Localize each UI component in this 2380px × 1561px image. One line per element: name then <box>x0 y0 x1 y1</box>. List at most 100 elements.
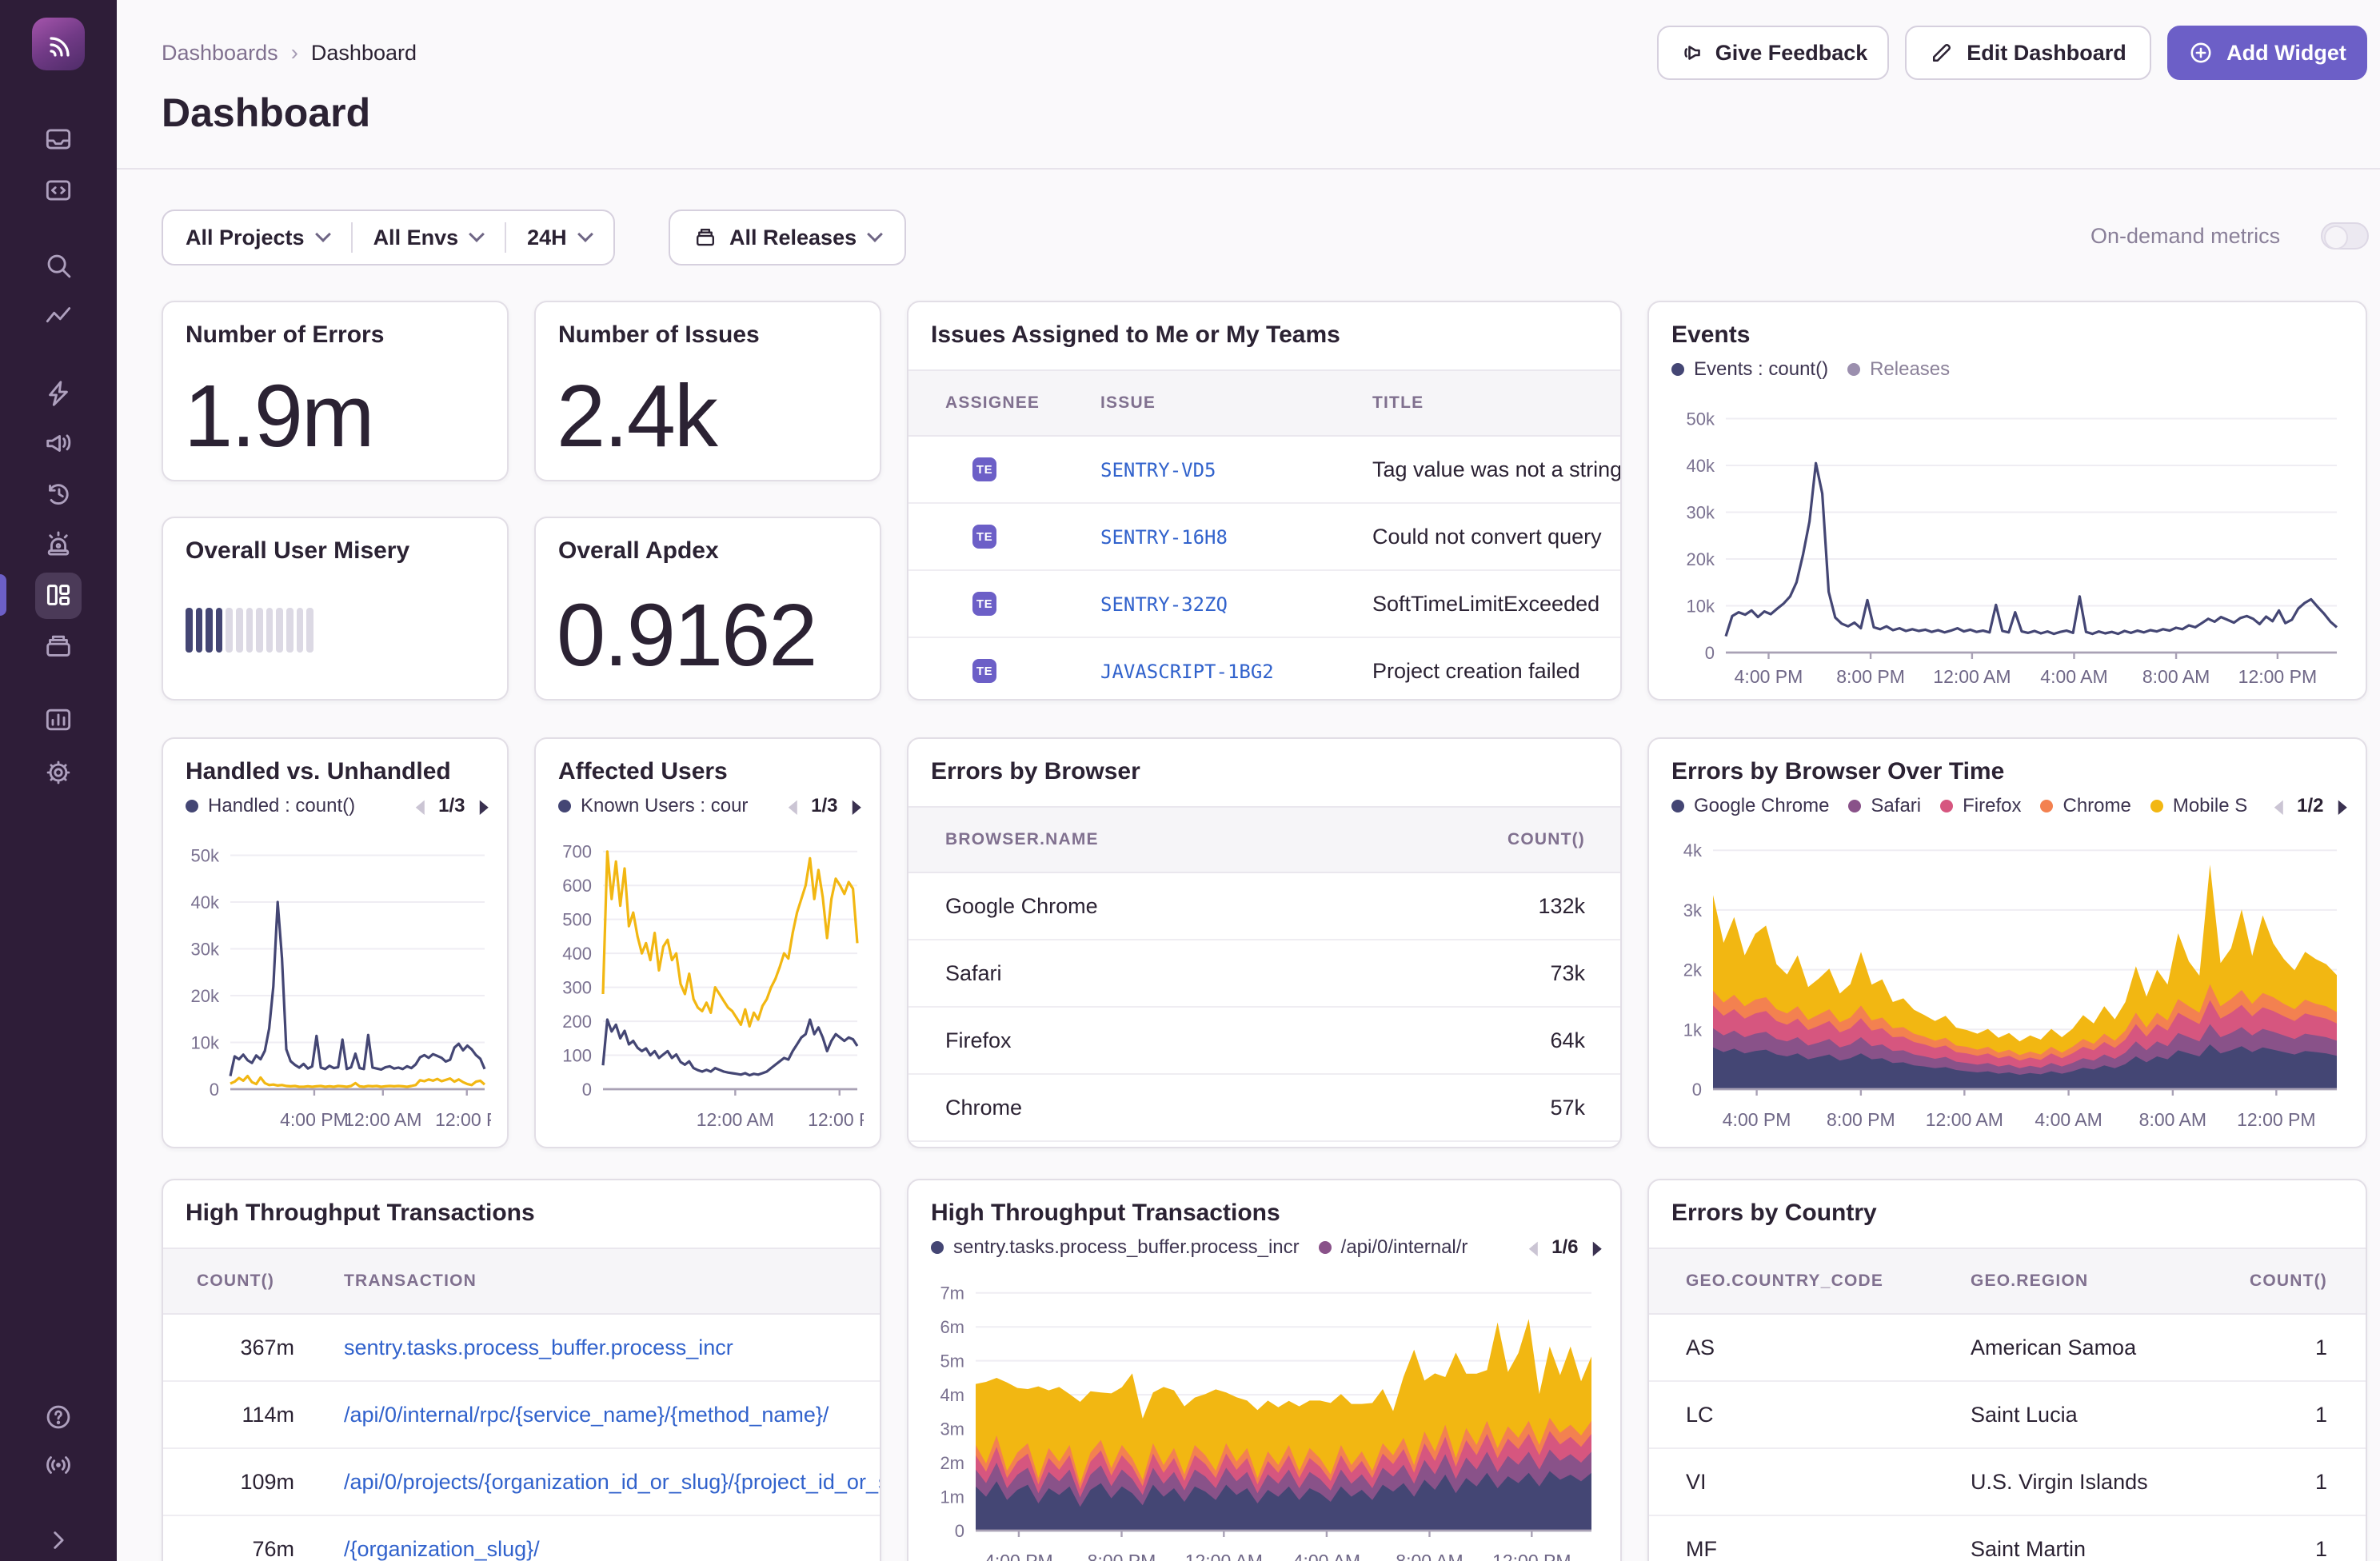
prev-page-icon[interactable]: ◀ <box>788 795 797 818</box>
issue-link[interactable]: JAVASCRIPT-1BG2 <box>1100 661 1274 683</box>
svg-text:0: 0 <box>1692 1080 1702 1100</box>
issue-link[interactable]: SENTRY-16H8 <box>1100 526 1228 549</box>
handled-chart[interactable]: 010k20k30k40k50k4:00 PM12:00 AM12:00 P <box>182 828 491 1132</box>
ondemand-metrics-label: On-demand metrics <box>2090 224 2280 249</box>
sentry-logo-icon <box>42 28 74 60</box>
legend-item[interactable]: Chrome <box>2040 795 2130 817</box>
legend-item[interactable]: Firefox <box>1940 795 2021 817</box>
widget-title: Errors by Browser Over Time <box>1671 758 2004 785</box>
legend-item[interactable]: Events : count() <box>1671 358 1828 381</box>
svg-text:1k: 1k <box>1683 1020 1703 1040</box>
widget-high-throughput-table: High Throughput Transactions COUNT() TRA… <box>162 1179 881 1561</box>
column-assignee[interactable]: ASSIGNEE <box>908 369 1100 437</box>
breadcrumb-dashboards[interactable]: Dashboards <box>162 41 278 66</box>
legend-item[interactable]: Handled : count() <box>186 795 355 817</box>
svg-text:8:00 PM: 8:00 PM <box>1088 1551 1156 1561</box>
prev-page-icon[interactable]: ◀ <box>2274 795 2282 818</box>
alerts-icon[interactable] <box>0 521 117 566</box>
issues-icon[interactable] <box>0 117 117 162</box>
svg-text:40k: 40k <box>191 892 220 912</box>
table-header: ASSIGNEE ISSUE TITLE <box>908 369 1620 437</box>
stats-icon[interactable] <box>0 697 117 742</box>
legend-item[interactable]: Google Chrome <box>1671 795 1829 817</box>
legend-item[interactable]: Safari <box>1848 795 1921 817</box>
column-country-code[interactable]: GEO.COUNTRY_CODE <box>1649 1272 1971 1291</box>
svg-text:8:00 AM: 8:00 AM <box>2139 1109 2206 1130</box>
widget-errors-by-browser-over-time: Errors by Browser Over Time Google Chrom… <box>1647 737 2367 1148</box>
transaction-link[interactable]: sentry.tasks.process_buffer.process_incr <box>344 1335 733 1359</box>
releases-filter[interactable]: All Releases <box>669 210 906 265</box>
issue-title: Could not convert query <box>1372 525 1620 549</box>
replays-icon[interactable] <box>0 472 117 517</box>
next-page-icon[interactable]: ▶ <box>2338 795 2346 818</box>
column-browser-name[interactable]: BROWSER.NAME <box>908 830 1428 849</box>
prev-page-icon[interactable]: ◀ <box>415 795 424 818</box>
column-title[interactable]: TITLE <box>1372 393 1620 413</box>
sentry-logo[interactable] <box>32 18 85 70</box>
transaction-link[interactable]: /api/0/projects/{organization_id_or_slug… <box>344 1470 880 1494</box>
widget-title: High Throughput Transactions <box>186 1200 535 1227</box>
column-count[interactable]: COUNT() <box>2222 1272 2366 1291</box>
collapse-icon[interactable] <box>0 1518 117 1561</box>
environment-filter[interactable]: All Envs <box>351 211 505 264</box>
transaction-link[interactable]: /api/0/internal/rpc/{service_name}/{meth… <box>344 1403 829 1427</box>
date-range-filter[interactable]: 24H <box>505 211 613 264</box>
settings-icon[interactable] <box>0 750 117 795</box>
column-count[interactable]: COUNT() <box>163 1272 294 1291</box>
high-throughput-chart[interactable]: 01m2m3m4m5m6m7m4:00 PM8:00 PM12:00 AM4:0… <box>928 1270 1604 1561</box>
svg-text:4:00 AM: 4:00 AM <box>1293 1551 1360 1561</box>
next-page-icon[interactable]: ▶ <box>479 795 488 818</box>
affected-users-chart[interactable]: 010020030040050060070012:00 AM12:00 P <box>555 828 864 1132</box>
search-icon[interactable] <box>0 243 117 288</box>
svg-text:50k: 50k <box>1687 409 1715 429</box>
issue-link[interactable]: SENTRY-32ZQ <box>1100 593 1228 616</box>
releases-icon[interactable] <box>0 624 117 669</box>
dashboard-page: Dashboards › Dashboard Dashboard Give Fe… <box>0 0 2380 1561</box>
column-count[interactable]: COUNT() <box>1428 830 1620 849</box>
svg-text:40k: 40k <box>1687 456 1715 476</box>
score-bar-segment <box>306 608 313 653</box>
next-page-icon[interactable]: ▶ <box>852 795 861 818</box>
svg-text:12:00 AM: 12:00 AM <box>1926 1109 2003 1130</box>
legend-item[interactable]: /api/0/internal/r <box>1319 1236 1468 1259</box>
svg-text:8:00 PM: 8:00 PM <box>1836 666 1905 687</box>
column-issue[interactable]: ISSUE <box>1100 393 1372 413</box>
legend-label: Known Users : cour <box>581 795 748 817</box>
errors-by-browser-chart[interactable]: 01k2k3k4k4:00 PM8:00 PM12:00 AM4:00 AM8:… <box>1668 828 2350 1132</box>
widget-handled-vs-unhandled: Handled vs. Unhandled Handled : count() … <box>162 737 509 1148</box>
column-region[interactable]: GEO.REGION <box>1971 1272 2222 1291</box>
prev-page-icon[interactable]: ◀ <box>1528 1236 1537 1260</box>
give-feedback-button[interactable]: Give Feedback <box>1657 26 1889 80</box>
help-icon[interactable] <box>0 1395 117 1439</box>
column-transaction[interactable]: TRANSACTION <box>294 1272 880 1291</box>
svg-text:20k: 20k <box>191 986 220 1006</box>
insights-icon[interactable] <box>0 294 117 339</box>
svg-text:0: 0 <box>210 1080 219 1100</box>
explore-icon[interactable] <box>0 168 117 213</box>
issue-link[interactable]: SENTRY-VD5 <box>1100 459 1216 481</box>
svg-text:8:00 AM: 8:00 AM <box>2142 666 2210 687</box>
edit-dashboard-button[interactable]: Edit Dashboard <box>1905 26 2151 80</box>
score-bar-segment <box>196 608 203 653</box>
dashboards-icon[interactable] <box>0 573 117 617</box>
table-row: 76m/{organization_slug}/ <box>163 1516 880 1561</box>
issue-title: Project creation failed <box>1372 659 1620 684</box>
chevron-down-icon <box>577 226 593 242</box>
transaction-link[interactable]: /{organization_slug}/ <box>344 1537 540 1561</box>
next-page-icon[interactable]: ▶ <box>1592 1236 1601 1260</box>
legend-item[interactable]: Mobile S <box>2150 795 2247 817</box>
svg-text:700: 700 <box>562 842 592 862</box>
events-chart[interactable]: 010k20k30k40k50k4:00 PM8:00 PM12:00 AM4:… <box>1668 392 2350 689</box>
legend-item[interactable]: Known Users : cour <box>558 795 748 817</box>
chevron-down-icon <box>315 226 331 242</box>
broadcast-icon[interactable] <box>0 1443 117 1487</box>
legend-item[interactable]: Releases <box>1847 358 1950 381</box>
legend-dot <box>1319 1241 1332 1254</box>
performance-icon[interactable] <box>0 371 117 416</box>
project-filter[interactable]: All Projects <box>163 211 351 264</box>
feedback-icon[interactable] <box>0 421 117 465</box>
svg-text:12:00 P: 12:00 P <box>435 1109 491 1130</box>
add-widget-button[interactable]: Add Widget <box>2167 26 2367 80</box>
ondemand-metrics-toggle[interactable] <box>2321 222 2369 250</box>
legend-item[interactable]: sentry.tasks.process_buffer.process_incr <box>931 1236 1300 1259</box>
